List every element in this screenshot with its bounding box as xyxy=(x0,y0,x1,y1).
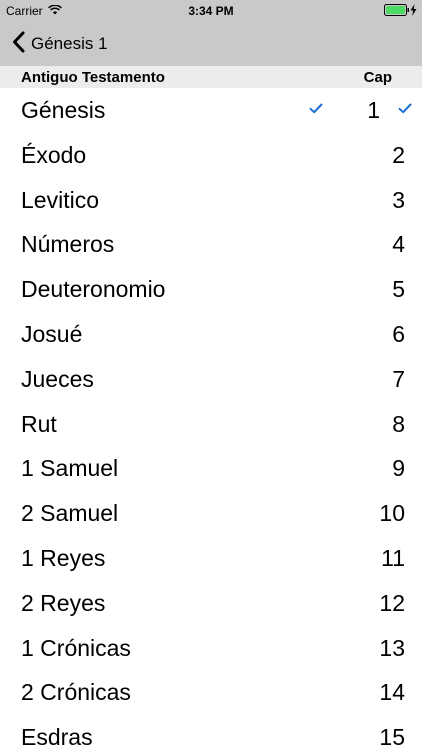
book-name: Levitico xyxy=(21,186,99,213)
book-row[interactable]: Deuteronomio 5 xyxy=(0,267,422,312)
book-name: 1 Reyes xyxy=(21,544,106,571)
chapter-number: 5 xyxy=(392,276,405,303)
book-row[interactable]: Levitico 3 xyxy=(0,178,422,223)
book-row[interactable]: Génesis 1 xyxy=(0,88,422,133)
book-row[interactable]: Josué 6 xyxy=(0,312,422,357)
book-name: Esdras xyxy=(21,724,93,750)
book-row[interactable]: 1 Samuel 9 xyxy=(0,446,422,491)
chapter-number: 12 xyxy=(379,589,405,616)
checkmark-icon xyxy=(309,101,323,119)
chapter-column-title: Cap xyxy=(363,69,392,86)
status-time: 3:34 PM xyxy=(188,4,234,18)
chapter-number: 15 xyxy=(379,724,405,750)
chapter-number: 4 xyxy=(392,231,405,258)
book-row[interactable]: 2 Samuel 10 xyxy=(0,491,422,536)
book-name: Jueces xyxy=(21,365,94,392)
book-row[interactable]: Rut 8 xyxy=(0,402,422,447)
book-name: 1 Samuel xyxy=(21,455,119,482)
charging-icon xyxy=(410,4,417,19)
book-row[interactable]: Esdras 15 xyxy=(0,715,422,750)
book-name: Éxodo xyxy=(21,141,87,168)
book-name: 2 Samuel xyxy=(21,500,119,527)
book-list: Génesis 1 Éxodo 2 Levitico 3 Números 4 Deuterono… xyxy=(0,88,422,750)
book-row[interactable]: 2 Crónicas 14 xyxy=(0,670,422,715)
book-row[interactable]: Números 4 xyxy=(0,222,422,267)
book-row[interactable]: Éxodo 2 xyxy=(0,133,422,178)
chapter-number: 11 xyxy=(381,544,405,571)
section-title: Antiguo Testamento xyxy=(21,69,165,86)
navigation-bar: Génesis 1 xyxy=(0,22,422,66)
section-header: Antiguo Testamento Cap xyxy=(0,66,422,88)
book-name: Josué xyxy=(21,320,83,347)
chapter-number: 7 xyxy=(392,365,405,392)
battery-icon xyxy=(384,4,410,19)
chapter-number: 14 xyxy=(379,679,405,706)
book-name: Deuteronomio xyxy=(21,276,166,303)
book-row[interactable]: Jueces 7 xyxy=(0,357,422,402)
book-name: 2 Reyes xyxy=(21,589,106,616)
status-bar: Carrier 3:34 PM xyxy=(0,0,422,22)
back-button-label: Génesis 1 xyxy=(31,34,108,53)
chapter-number: 1 xyxy=(367,97,380,123)
book-name: Génesis xyxy=(21,97,106,123)
book-row[interactable]: 1 Crónicas 13 xyxy=(0,626,422,671)
book-name: Números xyxy=(21,231,115,258)
chapter-number: 10 xyxy=(379,500,405,527)
checkmark-icon xyxy=(398,101,412,119)
status-right xyxy=(384,4,417,19)
chapter-number: 2 xyxy=(392,141,405,168)
chapter-number: 9 xyxy=(392,455,405,482)
chapter-number: 3 xyxy=(392,186,405,213)
book-row[interactable]: 1 Reyes 11 xyxy=(0,536,422,581)
book-name: 1 Crónicas xyxy=(21,634,131,661)
chapter-number: 6 xyxy=(392,320,405,347)
back-button[interactable]: Génesis 1 xyxy=(12,31,108,58)
book-name: 2 Crónicas xyxy=(21,679,131,706)
book-name: Rut xyxy=(21,410,57,437)
chevron-left-icon xyxy=(12,31,25,58)
chapter-number: 8 xyxy=(392,410,405,437)
book-row[interactable]: 2 Reyes 12 xyxy=(0,581,422,626)
chapter-number: 13 xyxy=(379,634,405,661)
